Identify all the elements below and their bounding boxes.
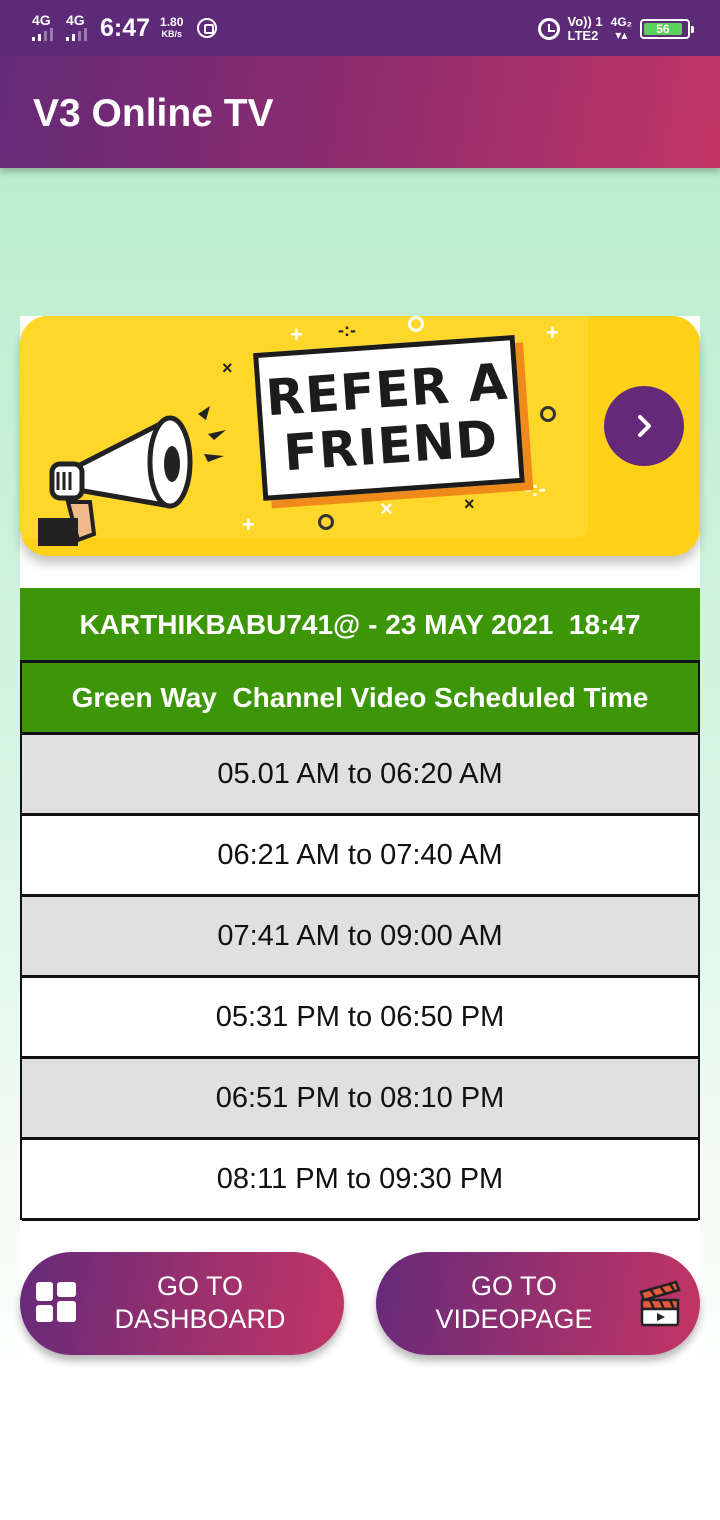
dashboard-label-line-1: GO TO — [156, 1271, 244, 1301]
volte-indicator: Vo)) 1 LTE2 — [568, 15, 603, 43]
signal-4g-icon: 4G₂ ▾▴ — [610, 15, 632, 42]
videopage-label-line-1: GO TO — [470, 1271, 558, 1301]
sparkle-icon: -:- — [338, 320, 356, 340]
app-bar: V3 Online TV — [0, 56, 720, 168]
schedule-header: Green Way Channel Video Scheduled Time — [22, 660, 698, 735]
network-type-2: 4G — [66, 12, 85, 28]
alarm-icon — [537, 18, 560, 40]
schedule-slot: 06:21 AM to 07:40 AM — [22, 816, 698, 897]
user-date-text: KARTHIKBABU741@ - 23 MAY 2021 18:47 — [79, 609, 641, 640]
banner-next-button[interactable] — [604, 386, 684, 466]
dashboard-button-label: GO TO DASHBOARD — [100, 1270, 300, 1336]
volte-label: Vo)) 1 — [567, 14, 603, 29]
status-bar-left: 4G 4G 6:47 1.80 KB/s — [30, 10, 218, 46]
status-bar: 4G 4G 6:47 1.80 KB/s Vo)) 1 LTE2 4G₂ ▾▴ 5… — [0, 0, 720, 56]
app-title: V3 Online TV — [33, 92, 274, 135]
sparkle-icon: + — [290, 322, 303, 347]
signal-sim2-icon: 4G — [64, 12, 92, 44]
schedule-slot: 08:11 PM to 09:30 PM — [22, 1140, 698, 1221]
status-bar-right: Vo)) 1 LTE2 4G₂ ▾▴ 56 — [537, 12, 694, 46]
cross-icon: × — [464, 494, 475, 514]
clapperboard-icon — [639, 1280, 681, 1327]
refer-a-friend-banner[interactable]: + -:- + × × + -:- × REFER A FRIEND — [20, 316, 700, 556]
refer-a-friend-sign: REFER A FRIEND — [253, 334, 534, 509]
schedule-table: Green Way Channel Video Scheduled Time 0… — [20, 660, 700, 1221]
ring-icon — [318, 514, 334, 530]
sparkle-icon: + — [546, 320, 559, 345]
schedule-slot: 07:41 AM to 09:00 AM — [22, 897, 698, 978]
ring-icon — [408, 316, 424, 332]
megaphone-icon — [38, 406, 226, 546]
network-type-3: 4G₂ — [610, 15, 632, 29]
schedule-header-text: Green Way Channel Video Scheduled Time — [71, 681, 649, 713]
network-speed: 1.80 KB/s — [160, 16, 183, 40]
ring-icon — [540, 406, 556, 422]
go-to-videopage-button[interactable]: GO TO VIDEOPAGE — [376, 1252, 700, 1355]
schedule-slot: 05.01 AM to 06:20 AM — [22, 735, 698, 816]
speed-value: 1.80 — [160, 15, 184, 29]
schedule-slot: 05:31 PM to 06:50 PM — [22, 978, 698, 1059]
chevron-right-icon — [638, 415, 651, 437]
network-type-1: 4G — [32, 12, 51, 28]
battery-level: 56 — [644, 23, 682, 35]
signal-sim1-icon: 4G — [30, 12, 58, 44]
cross-icon: × — [222, 358, 233, 378]
speed-unit: KB/s — [161, 29, 182, 39]
videopage-label-line-2: VIDEOPAGE — [435, 1304, 593, 1334]
dashboard-label-line-2: DASHBOARD — [114, 1304, 286, 1334]
clock: 6:47 — [100, 13, 151, 42]
go-to-dashboard-button[interactable]: GO TO DASHBOARD — [20, 1252, 344, 1355]
whatsapp-icon — [197, 18, 218, 38]
dashboard-icon — [36, 1282, 76, 1322]
lte-label: LTE2 — [567, 28, 599, 43]
videopage-button-label: GO TO VIDEOPAGE — [414, 1270, 614, 1336]
battery-icon: 56 — [640, 19, 694, 39]
schedule-slot: 06:51 PM to 08:10 PM — [22, 1059, 698, 1140]
user-date-bar: KARTHIKBABU741@ - 23 MAY 2021 18:47 — [20, 588, 700, 662]
